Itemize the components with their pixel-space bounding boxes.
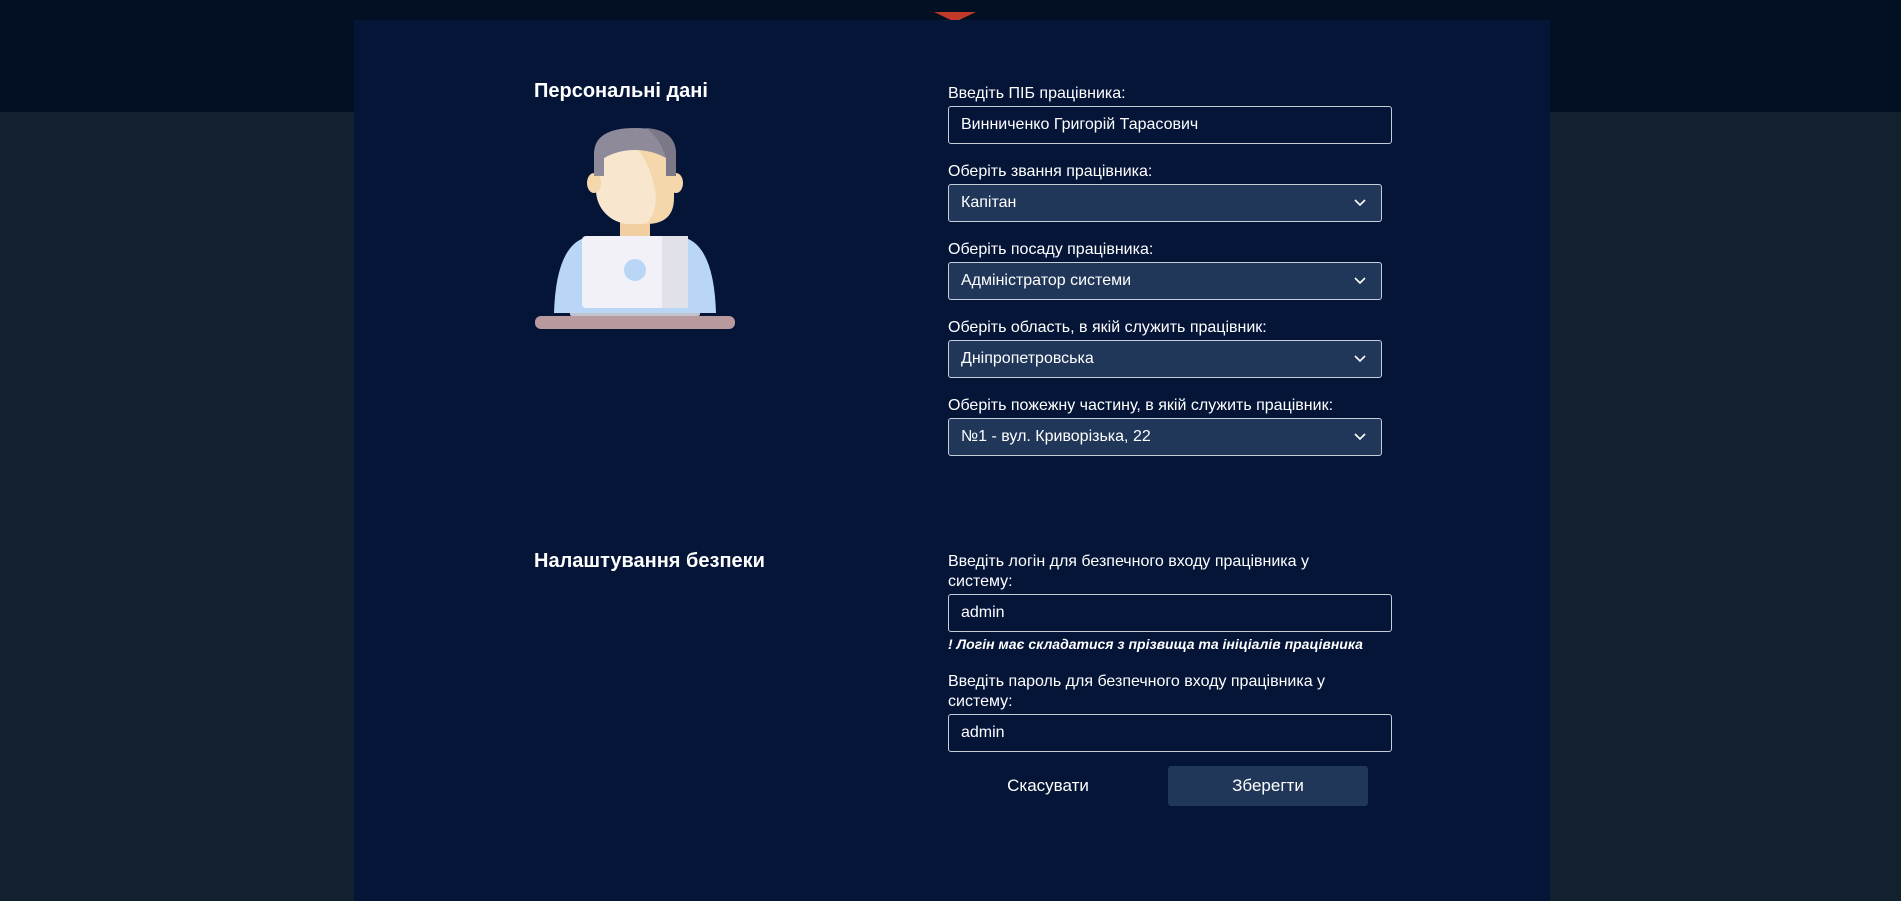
unit-label: Оберіть пожежну частину, в якій служить … [948, 397, 1334, 414]
password-label: Введіть пароль для безпечного входу прац… [948, 673, 1326, 710]
save-button[interactable]: Зберегти [1168, 766, 1368, 806]
chevron-down-icon [1354, 199, 1366, 207]
chevron-down-icon [1354, 433, 1366, 441]
rank-select[interactable]: Капітан [948, 184, 1382, 222]
chevron-down-icon [1354, 355, 1366, 363]
unit-select[interactable]: №1 - вул. Криворізька, 22 [948, 418, 1382, 456]
name-input[interactable] [948, 106, 1392, 144]
user-avatar-icon [534, 128, 736, 330]
rank-label: Оберіть звання працівника: [948, 163, 1153, 180]
security-settings-title: Налаштування безпеки [534, 550, 765, 572]
login-input[interactable] [948, 594, 1392, 632]
rank-select-value: Капітан [961, 194, 1017, 211]
password-input[interactable] [948, 714, 1392, 752]
cancel-button[interactable]: Скасувати [948, 766, 1148, 806]
region-select[interactable]: Дніпропетровська [948, 340, 1382, 378]
login-label: Введіть логін для безпечного входу праці… [948, 553, 1309, 590]
login-hint: ! Логін має складатися з прізвища та іні… [948, 636, 1363, 652]
region-label: Оберіть область, в якій служить працівни… [948, 319, 1267, 336]
region-select-value: Дніпропетровська [961, 350, 1094, 367]
unit-select-value: №1 - вул. Криворізька, 22 [961, 428, 1151, 445]
position-select[interactable]: Адміністратор системи [948, 262, 1382, 300]
position-select-value: Адміністратор системи [961, 272, 1132, 289]
personal-data-title: Персональні дані [534, 80, 708, 102]
name-label: Введіть ПІБ працівника: [948, 85, 1126, 102]
position-label: Оберіть посаду працівника: [948, 241, 1154, 258]
chevron-down-icon [1354, 277, 1366, 285]
